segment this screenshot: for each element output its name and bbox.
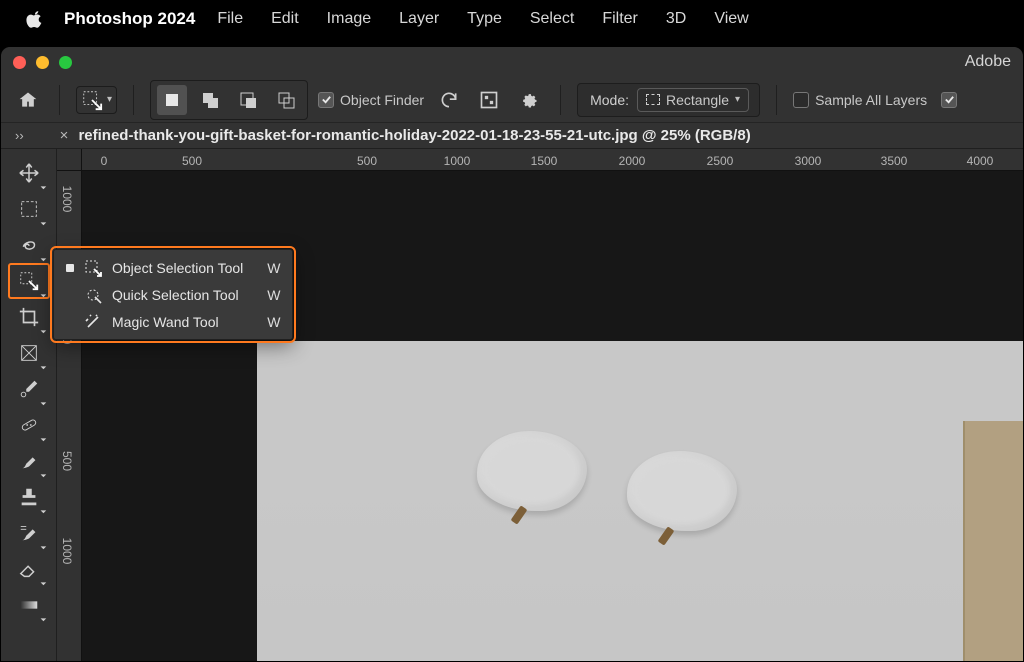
eraser-tool[interactable]: [8, 551, 50, 587]
flyout-item-objsel[interactable]: Object Selection Tool W: [56, 254, 290, 281]
quicksel-icon: [84, 286, 102, 304]
document-tab[interactable]: × refined-thank-you-gift-basket-for-roma…: [60, 127, 751, 144]
selection-mode-group: [150, 80, 308, 120]
menu-layer[interactable]: Layer: [399, 10, 439, 27]
flyout-item-shortcut: W: [267, 260, 280, 276]
ruler-h-tick: 4000: [967, 154, 994, 168]
flyout-item-label: Magic Wand Tool: [112, 314, 243, 330]
selected-indicator: [66, 264, 74, 272]
ruler-h-tick: 3500: [881, 154, 908, 168]
object-finder-checkbox[interactable]: Object Finder: [318, 92, 424, 108]
refresh-button[interactable]: [434, 85, 464, 115]
canvas[interactable]: [82, 171, 1023, 661]
objsel-icon: [84, 259, 102, 277]
tool-flyout-menu: Object Selection ToolWQuick Selection To…: [53, 249, 293, 340]
ruler-vertical[interactable]: 100005001000: [57, 171, 82, 661]
crop-tool[interactable]: [8, 299, 50, 335]
ruler-h-tick: 2000: [619, 154, 646, 168]
ruler-h-tick: 3000: [795, 154, 822, 168]
window-title-right: Adobe: [965, 53, 1011, 71]
intersect-selection-button[interactable]: [271, 85, 301, 115]
truncated-checkbox[interactable]: [941, 92, 957, 108]
ruler-horizontal[interactable]: 0 500 500 1000 1500 2000 2500 3000 3500 4000: [82, 149, 1023, 171]
object-finder-label: Object Finder: [340, 92, 424, 108]
document-image: [257, 341, 1023, 661]
flyout-item-label: Quick Selection Tool: [112, 287, 243, 303]
document-tab-bar: ›› × refined-thank-you-gift-basket-for-r…: [1, 123, 1023, 149]
sample-all-layers-checkbox[interactable]: Sample All Layers: [793, 92, 927, 108]
tools-panel: [1, 149, 57, 661]
ruler-v-tick: 1000: [60, 538, 74, 565]
rectangle-mode-icon: [646, 94, 660, 105]
mode-label: Mode:: [590, 92, 629, 108]
new-selection-button[interactable]: [157, 85, 187, 115]
ruler-v-tick: 500: [60, 451, 74, 471]
app-name: Photoshop 2024: [64, 9, 195, 29]
marquee-tool[interactable]: [8, 191, 50, 227]
menu-type[interactable]: Type: [467, 10, 502, 27]
home-button[interactable]: [13, 85, 43, 115]
chevron-down-icon: ▾: [107, 94, 112, 105]
menu-3d[interactable]: 3D: [666, 10, 686, 27]
options-bar: ▾ Object Finder Mode: Rectangle ▾: [1, 77, 1023, 123]
clone-stamp-tool[interactable]: [8, 479, 50, 515]
app-window: Adobe ▾ Object Finder Mode:: [0, 46, 1024, 662]
apple-logo-icon: [26, 10, 44, 28]
add-to-selection-button[interactable]: [195, 85, 225, 115]
mac-menubar: Photoshop 2024 File Edit Image Layer Type Sel…: [0, 0, 1024, 38]
titlebar: Adobe: [1, 47, 1023, 77]
menu-view[interactable]: View: [714, 10, 748, 27]
close-tab-icon[interactable]: ×: [60, 127, 69, 144]
menu-file[interactable]: File: [217, 10, 243, 27]
ruler-h-tick: 0: [101, 154, 108, 168]
menu-edit[interactable]: Edit: [271, 10, 299, 27]
brush-tool[interactable]: [8, 443, 50, 479]
move-tool[interactable]: [8, 155, 50, 191]
flyout-item-label: Object Selection Tool: [112, 260, 243, 276]
lasso-tool[interactable]: [8, 227, 50, 263]
ruler-h-tick: 1500: [531, 154, 558, 168]
subtract-from-selection-button[interactable]: [233, 85, 263, 115]
eyedropper-tool[interactable]: [8, 371, 50, 407]
spot-healing-tool[interactable]: [8, 407, 50, 443]
ruler-h-tick: 500: [357, 154, 377, 168]
gradient-tool[interactable]: [8, 587, 50, 623]
ruler-h-tick: 500: [182, 154, 202, 168]
editor-area: 0 500 500 1000 1500 2000 2500 3000 3500 4000 1000…: [57, 149, 1023, 661]
history-brush-tool[interactable]: [8, 515, 50, 551]
traffic-minimize[interactable]: [36, 56, 49, 69]
flyout-item-quicksel[interactable]: Quick Selection Tool W: [56, 281, 290, 308]
active-tool-preset-dropdown[interactable]: ▾: [76, 86, 117, 114]
show-all-objects-button[interactable]: [474, 85, 504, 115]
traffic-close[interactable]: [13, 56, 26, 69]
menu-filter[interactable]: Filter: [602, 10, 638, 27]
ruler-h-tick: 2500: [707, 154, 734, 168]
frame-tool[interactable]: [8, 335, 50, 371]
flyout-item-wand[interactable]: Magic Wand Tool W: [56, 308, 290, 335]
mode-dropdown-group: Mode: Rectangle ▾: [577, 83, 760, 117]
traffic-zoom[interactable]: [59, 56, 72, 69]
object-selection-tool[interactable]: [8, 263, 50, 299]
sample-all-layers-label: Sample All Layers: [815, 92, 927, 108]
ruler-corner: [57, 149, 82, 171]
flyout-item-shortcut: W: [267, 287, 280, 303]
ruler-h-tick: 1000: [444, 154, 471, 168]
menu-image[interactable]: Image: [327, 10, 371, 27]
flyout-item-shortcut: W: [267, 314, 280, 330]
expand-panels-icon[interactable]: ››: [15, 128, 24, 143]
chevron-down-icon: ▾: [735, 94, 740, 105]
ruler-v-tick: 1000: [60, 186, 74, 213]
document-tab-title: refined-thank-you-gift-basket-for-romant…: [78, 127, 750, 144]
mode-dropdown[interactable]: Rectangle ▾: [637, 88, 749, 112]
mode-value: Rectangle: [666, 92, 729, 108]
menu-select[interactable]: Select: [530, 10, 574, 27]
wand-icon: [84, 313, 102, 331]
gear-button[interactable]: [514, 85, 544, 115]
